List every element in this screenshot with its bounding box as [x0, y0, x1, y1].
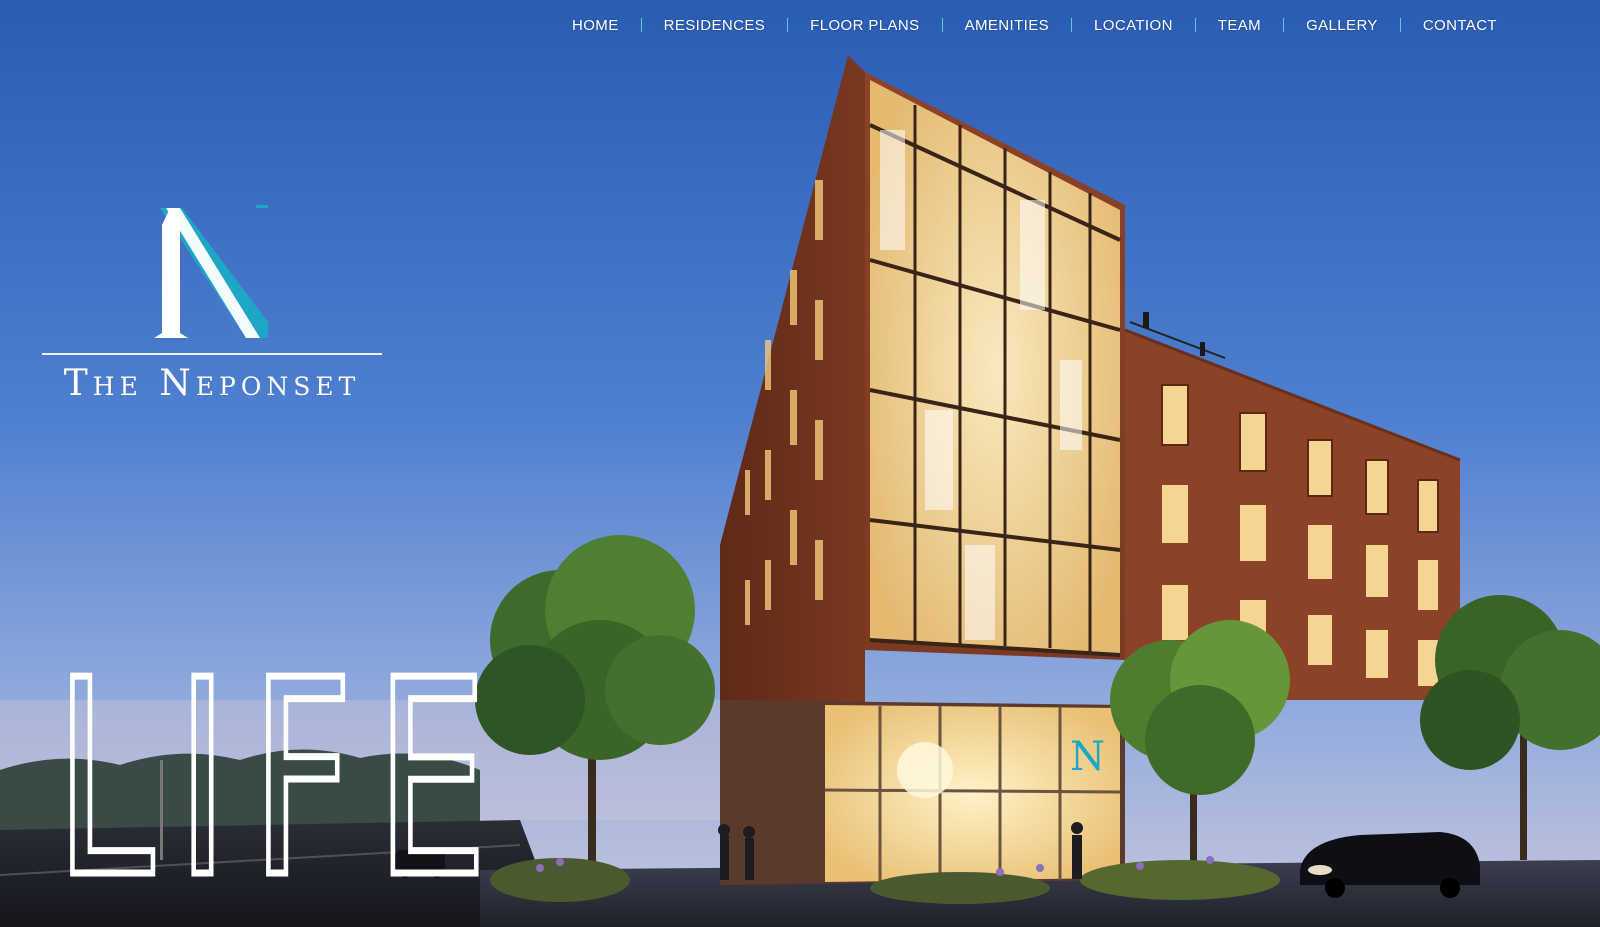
- nav-contact[interactable]: CONTACT: [1411, 17, 1509, 34]
- nav-amenities[interactable]: AMENITIES: [953, 17, 1061, 34]
- nav-residences[interactable]: RESIDENCES: [652, 17, 778, 34]
- nav-separator: [1071, 18, 1073, 32]
- nav-separator: [640, 18, 642, 32]
- nav-floor-plans[interactable]: FLOOR PLANS: [798, 17, 931, 34]
- landing-page: N HOME RESIDENCES FLOOR PLANS AMENITIES …: [0, 0, 1600, 927]
- nav-separator: [787, 18, 789, 32]
- main-nav: HOME RESIDENCES FLOOR PLANS AMENITIES LO…: [560, 14, 1550, 36]
- lobby-sign-letter: N: [1070, 734, 1105, 780]
- logo-divider: [42, 353, 382, 355]
- hero-headline: LIFE: [55, 665, 510, 880]
- nav-gallery[interactable]: GALLERY: [1294, 17, 1390, 34]
- site-logo[interactable]: The Neponset: [42, 205, 382, 415]
- monogram-n-icon: [154, 205, 268, 338]
- nav-location[interactable]: LOCATION: [1082, 17, 1185, 34]
- nav-team[interactable]: TEAM: [1206, 17, 1273, 34]
- hero-headline-text: LIFE: [55, 665, 510, 880]
- nav-separator: [1194, 18, 1196, 32]
- nav-separator: [1283, 18, 1285, 32]
- nav-separator: [1399, 18, 1401, 32]
- nav-home[interactable]: HOME: [560, 17, 631, 34]
- logo-wordmark: The Neponset: [63, 363, 361, 404]
- nav-separator: [941, 18, 943, 32]
